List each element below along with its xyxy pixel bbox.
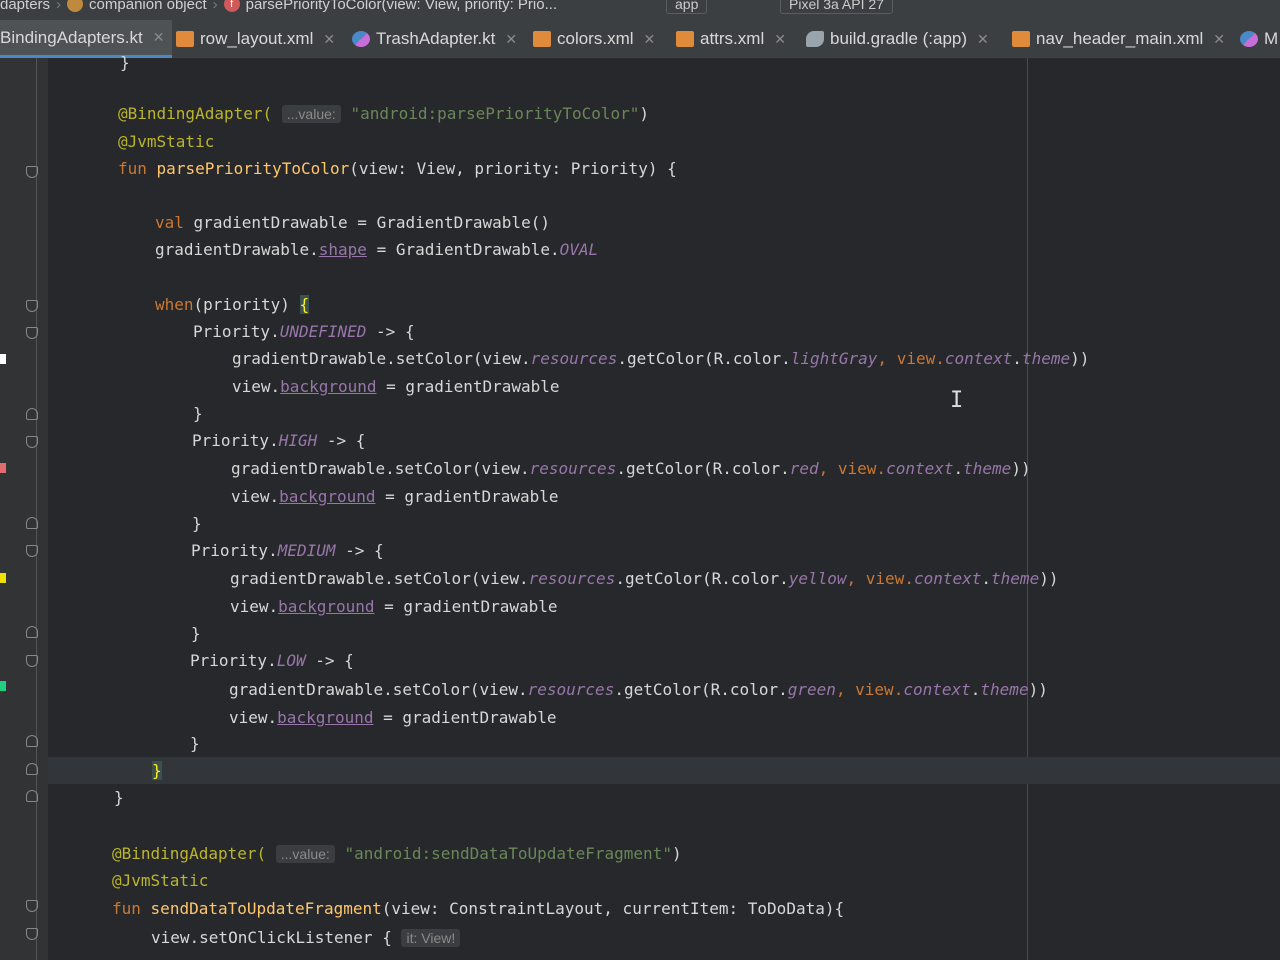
fold-icon[interactable] [26, 166, 38, 178]
breadcrumb-item-companion[interactable]: companion object [89, 0, 207, 13]
tab-nav-header-main[interactable]: nav_header_main.xml ✕ [1012, 20, 1225, 58]
fold-icon[interactable] [26, 790, 38, 802]
tab-label: nav_header_main.xml [1036, 29, 1204, 48]
fold-icon[interactable] [26, 900, 38, 912]
gutter-divider [36, 58, 37, 960]
color-marker-yellow-icon [0, 573, 6, 583]
xml-file-icon [176, 31, 194, 47]
close-icon[interactable]: ✕ [323, 31, 335, 48]
code-line[interactable]: } [193, 401, 203, 427]
code-line[interactable]: when(priority) { [155, 292, 310, 318]
code-line[interactable]: view.background = gradientDrawable [232, 374, 560, 400]
fold-icon[interactable] [26, 327, 38, 339]
code-line[interactable]: } [152, 758, 162, 784]
breadcrumb-separator-icon: › [212, 0, 218, 13]
tab-label: TrashAdapter.kt [376, 29, 496, 48]
code-line[interactable]: } [190, 731, 200, 757]
kotlin-file-icon [352, 31, 370, 47]
tab-label: colors.xml [557, 29, 634, 48]
current-line-highlight [48, 757, 1280, 784]
fold-icon[interactable] [26, 300, 38, 312]
navigation-bar: dapters › companion object › f parsePrio… [0, 0, 1280, 20]
close-icon[interactable]: ✕ [505, 31, 517, 48]
kotlin-file-icon [1240, 31, 1258, 47]
tab-overflow[interactable]: M [1240, 20, 1278, 58]
code-line[interactable]: } [120, 50, 130, 76]
parameter-hint: ...value: [281, 105, 341, 123]
text-cursor-icon: I [950, 388, 964, 413]
run-config-select[interactable]: app [666, 0, 708, 14]
fold-icon[interactable] [26, 735, 38, 747]
code-line[interactable]: view.background = gradientDrawable [231, 484, 559, 510]
device-select[interactable]: Pixel 3a API 27 [780, 0, 893, 14]
code-line[interactable]: Priority.HIGH -> { [192, 428, 365, 454]
tab-bindingadapters[interactable]: BindingAdapters.kt ✕ [0, 20, 173, 58]
tab-label: BindingAdapters.kt [0, 27, 143, 47]
fold-icon[interactable] [26, 763, 38, 775]
fold-icon[interactable] [26, 545, 38, 557]
fold-icon[interactable] [26, 408, 38, 420]
lambda-hint: it: View! [401, 929, 461, 947]
xml-file-icon [1012, 31, 1030, 47]
tab-label: attrs.xml [700, 29, 765, 48]
tab-label: build.gradle (:app) [830, 29, 968, 48]
tab-row-layout[interactable]: row_layout.xml ✕ [176, 20, 335, 58]
breadcrumb-item-file[interactable]: dapters [0, 0, 50, 13]
editor-gutter[interactable] [0, 58, 48, 960]
parameter-hint: ...value: [275, 845, 335, 863]
code-line[interactable]: @BindingAdapter( ...value: "android:pars… [118, 101, 649, 127]
code-line[interactable]: view.background = gradientDrawable [229, 705, 557, 731]
code-line[interactable]: fun parsePriorityToColor(view: View, pri… [118, 156, 677, 182]
color-marker-green-icon [0, 681, 6, 691]
tab-label: row_layout.xml [200, 29, 314, 48]
code-line[interactable]: } [192, 511, 202, 537]
breadcrumb-item-function[interactable]: parsePriorityToColor(view: View, priorit… [246, 0, 557, 13]
tab-label: M [1264, 29, 1279, 48]
code-line[interactable]: fun sendDataToUpdateFragment(view: Const… [112, 896, 844, 922]
breadcrumb: dapters › companion object › f parsePrio… [0, 0, 557, 14]
object-icon [67, 0, 84, 12]
code-line[interactable]: gradientDrawable.setColor(view.resources… [231, 456, 1031, 482]
code-line[interactable]: Priority.LOW -> { [190, 648, 354, 674]
function-icon: f [223, 0, 240, 12]
close-icon[interactable]: ✕ [1213, 31, 1225, 48]
code-line[interactable]: gradientDrawable.setColor(view.resources… [232, 346, 1089, 372]
fold-icon[interactable] [26, 517, 38, 529]
close-icon[interactable]: ✕ [153, 29, 165, 46]
color-marker-lightgray-icon [0, 354, 6, 364]
tab-build-gradle[interactable]: build.gradle (:app) ✕ [806, 20, 989, 58]
tab-trashadapter[interactable]: TrashAdapter.kt ✕ [352, 20, 517, 58]
editor-tab-bar: BindingAdapters.kt ✕ row_layout.xml ✕ Tr… [0, 20, 1280, 59]
fold-icon[interactable] [26, 655, 38, 667]
code-line[interactable]: gradientDrawable.setColor(view.resources… [229, 677, 1048, 703]
close-icon[interactable]: ✕ [644, 31, 656, 48]
code-line[interactable]: } [114, 785, 124, 811]
right-margin-guide [1027, 58, 1028, 960]
code-line[interactable]: val gradientDrawable = GradientDrawable(… [155, 210, 550, 236]
code-line[interactable]: @JvmStatic [118, 129, 214, 155]
xml-file-icon [676, 31, 694, 47]
code-line[interactable]: } [191, 621, 201, 647]
fold-icon[interactable] [26, 626, 38, 638]
close-icon[interactable]: ✕ [774, 31, 786, 48]
close-icon[interactable]: ✕ [977, 31, 989, 48]
code-line[interactable]: gradientDrawable.shape = GradientDrawabl… [155, 237, 598, 263]
fold-icon[interactable] [26, 928, 38, 940]
tab-attrs[interactable]: attrs.xml ✕ [676, 20, 786, 58]
code-line[interactable]: Priority.UNDEFINED -> { [193, 319, 415, 345]
code-line[interactable]: @JvmStatic [112, 868, 208, 894]
breadcrumb-separator-icon: › [56, 0, 62, 13]
code-line[interactable]: gradientDrawable.setColor(view.resources… [230, 566, 1058, 592]
code-line[interactable]: Priority.MEDIUM -> { [191, 538, 384, 564]
code-line[interactable]: @BindingAdapter( ...value: "android:send… [112, 841, 682, 867]
code-line[interactable]: view.background = gradientDrawable [230, 594, 558, 620]
fold-icon[interactable] [26, 436, 38, 448]
code-line[interactable]: view.setOnClickListener { it: View! [151, 925, 461, 951]
xml-file-icon [533, 31, 551, 47]
gradle-file-icon [806, 31, 824, 47]
color-marker-red-icon [0, 463, 6, 473]
tab-colors[interactable]: colors.xml ✕ [533, 20, 655, 58]
